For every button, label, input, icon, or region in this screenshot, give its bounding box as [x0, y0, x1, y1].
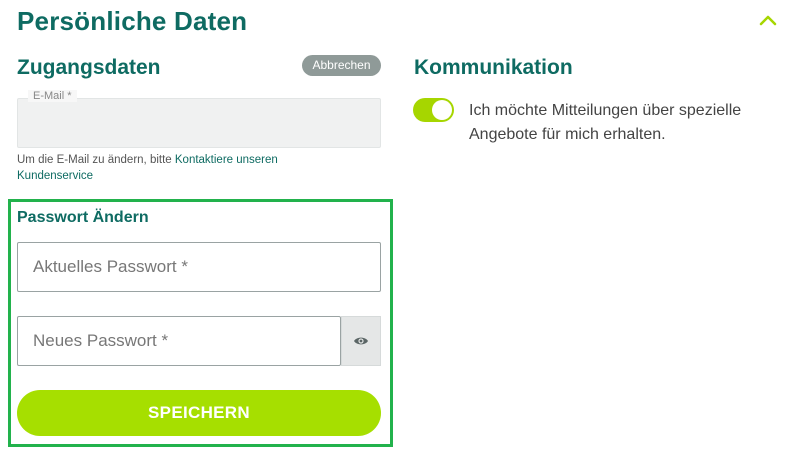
- current-password-placeholder: Aktuelles Passwort *: [33, 257, 188, 276]
- current-password-input[interactable]: Aktuelles Passwort *: [17, 242, 381, 292]
- password-change-heading: Passwort Ändern: [17, 209, 149, 226]
- eye-icon: [354, 337, 368, 345]
- cancel-button[interactable]: Abbrechen: [302, 55, 381, 76]
- chevron-up-icon: [759, 15, 777, 26]
- communication-heading: Kommunikation: [414, 56, 573, 79]
- collapse-button[interactable]: [756, 10, 780, 30]
- show-password-button[interactable]: [341, 316, 381, 366]
- page-title: Persönliche Daten: [17, 6, 248, 36]
- email-hint-text: Um die E-Mail zu ändern, bitte: [17, 154, 175, 166]
- toggle-knob: [432, 100, 452, 120]
- new-password-placeholder: Neues Passwort *: [33, 331, 169, 350]
- email-hint: Um die E-Mail zu ändern, bitte Kontaktie…: [17, 152, 337, 184]
- newsletter-toggle-label: Ich möchte Mitteilungen über spezielle A…: [469, 102, 742, 143]
- save-button[interactable]: SPEICHERN: [17, 390, 381, 436]
- email-field[interactable]: [17, 98, 381, 148]
- access-data-heading: Zugangsdaten: [17, 56, 161, 79]
- newsletter-toggle[interactable]: [413, 98, 454, 122]
- email-label: E-Mail *: [28, 90, 77, 102]
- new-password-input[interactable]: Neues Passwort *: [17, 316, 341, 366]
